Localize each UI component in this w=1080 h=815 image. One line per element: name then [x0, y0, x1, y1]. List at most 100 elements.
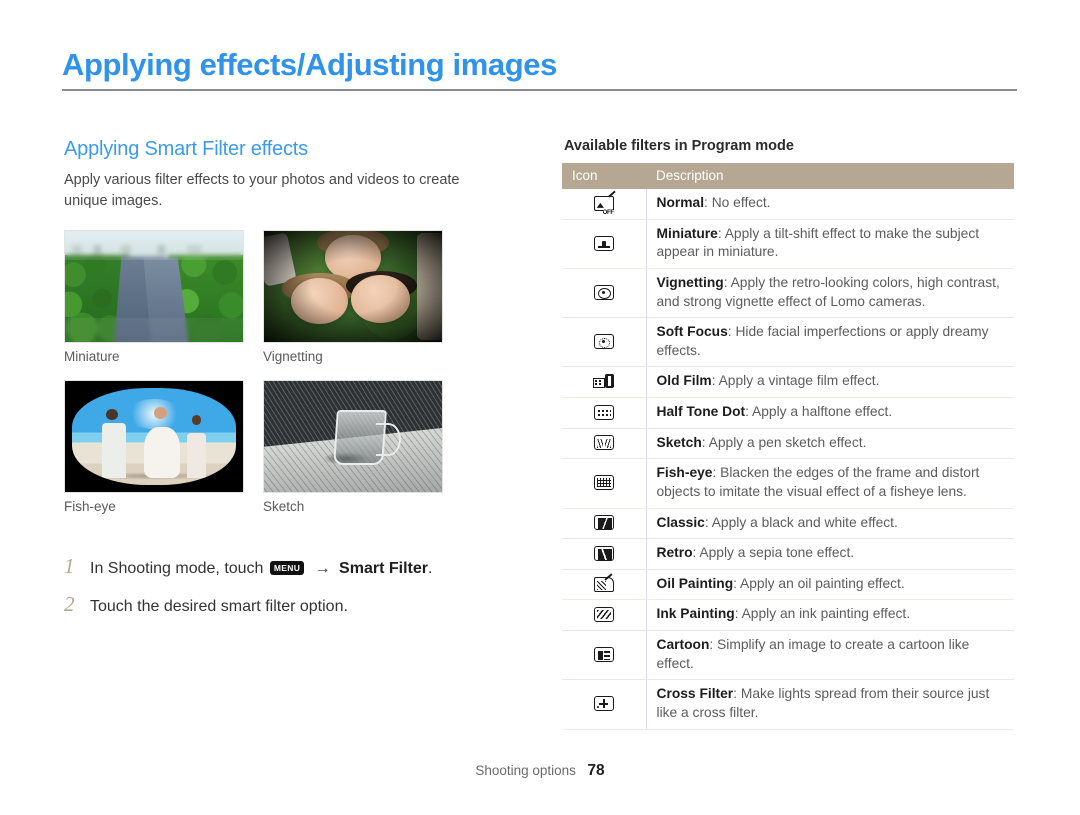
icon-cell	[562, 397, 647, 429]
step-text: Touch the desired smart filter option.	[90, 597, 348, 615]
manual-page: Applying effects/Adjusting images Applyi…	[0, 0, 1080, 815]
description-cell: Cross Filter: Make lights spread from th…	[646, 679, 1014, 730]
menu-button-icon[interactable]: MENU	[269, 561, 305, 575]
right-column: Available filters in Program mode Icon D…	[562, 138, 1014, 730]
sample-sketch: Sketch	[263, 380, 443, 526]
description-cell: Classic: Apply a black and white effect.	[646, 508, 1014, 540]
sample-miniature-image	[64, 230, 244, 344]
sample-caption: Miniature	[64, 349, 120, 365]
vignetting-artwork	[264, 231, 442, 343]
filter-vignetting-icon	[593, 285, 614, 301]
filter-desc: : Apply an ink painting effect.	[734, 606, 911, 622]
table-row: Old Film: Apply a vintage film effect.	[562, 366, 1014, 398]
filter-name: Cross Filter	[656, 686, 734, 702]
icon-cell	[562, 317, 647, 368]
step-number: 2	[64, 591, 75, 616]
table-row: Sketch: Apply a pen sketch effect.	[562, 428, 1014, 460]
filter-fish-eye-icon	[593, 475, 614, 491]
filter-cross-filter-icon	[593, 696, 614, 712]
filter-name: Cartoon	[656, 637, 710, 652]
filter-name: Old Film	[656, 373, 712, 389]
table-row: Soft Focus: Hide facial imperfections or…	[562, 317, 1014, 368]
description-cell: Old Film: Apply a vintage film effect.	[646, 366, 1014, 398]
filter-name: Ink Painting	[656, 606, 735, 622]
description-cell: Ink Painting: Apply an ink painting effe…	[646, 599, 1014, 631]
description-cell: Sketch: Apply a pen sketch effect.	[646, 428, 1014, 460]
filter-old-film-icon	[592, 374, 615, 389]
icon-cell: OFF	[562, 189, 647, 220]
table-row: Ink Painting: Apply an ink painting effe…	[562, 599, 1014, 631]
arrow-icon: →	[314, 560, 331, 578]
filter-normal-icon: OFF	[593, 190, 616, 216]
sketch-artwork	[264, 381, 442, 493]
description-cell: Oil Painting: Apply an oil painting effe…	[646, 569, 1014, 601]
page-footer: Shooting options 78	[0, 762, 1080, 780]
icon-cell	[562, 538, 647, 570]
filter-ink-painting-icon	[593, 607, 614, 623]
instruction-steps: 1 In Shooting mode, touch MENU → Smart F…	[64, 554, 504, 617]
left-column: Applying Smart Filter effects Apply vari…	[64, 138, 504, 629]
filter-miniature-icon	[593, 235, 614, 251]
sample-miniature: Miniature	[64, 230, 244, 376]
description-cell: Miniature: Apply a tilt-shift effect to …	[646, 219, 1014, 269]
page-title: Applying effects/Adjusting images	[62, 47, 557, 82]
miniature-artwork	[65, 231, 243, 343]
column-header-description: Description	[646, 163, 1014, 189]
section-title: Applying Smart Filter effects	[64, 138, 308, 160]
footer-section-label: Shooting options	[475, 763, 576, 778]
sample-vignetting-image	[263, 230, 443, 344]
filter-name: Classic	[656, 514, 705, 530]
head-center	[153, 407, 168, 419]
filter-name: Soft Focus	[656, 324, 728, 340]
icon-cell	[562, 508, 647, 540]
step-text: In Shooting mode, touch MENU → Smart Fil…	[90, 558, 432, 580]
description-cell: Vignetting: Apply the retro-looking colo…	[646, 268, 1014, 319]
filter-table-caption: Available filters in Program mode	[564, 138, 794, 154]
filter-table-head: Icon Description	[562, 163, 1014, 189]
icon-cell	[562, 458, 647, 509]
filter-desc: : No effect.	[704, 195, 771, 210]
table-row: Classic: Apply a black and white effect.	[562, 508, 1014, 540]
description-cell: Cartoon: Simplify an image to create a c…	[646, 630, 1014, 681]
sample-caption: Sketch	[263, 499, 305, 515]
table-row: Half Tone Dot: Apply a halftone effect.	[562, 397, 1014, 429]
icon-cell	[562, 679, 647, 730]
fisheye-bubble	[72, 387, 236, 486]
table-row: Retro: Apply a sepia tone effect.	[562, 538, 1014, 570]
filter-sketch-icon	[593, 435, 614, 451]
filter-desc: : Apply an oil painting effect.	[733, 575, 905, 591]
sample-caption: Fish-eye	[64, 499, 116, 515]
filter-half-tone-dot-icon	[593, 404, 614, 420]
sample-image-grid: Miniature Vignetting Fish-eye Sketch	[64, 230, 504, 526]
table-row: Fish-eye: Blacken the edges of the frame…	[562, 458, 1014, 509]
filter-name: Vignetting	[656, 274, 724, 290]
sample-vignetting: Vignetting	[263, 230, 443, 376]
head-right	[191, 415, 202, 425]
description-cell: Soft Focus: Hide facial imperfections or…	[646, 317, 1014, 368]
filter-table-body: OFF Normal: No effect. Miniature: Apply …	[562, 189, 1014, 730]
filter-desc: : Apply a black and white effect.	[704, 514, 898, 530]
available-filters-table: Icon Description OFF Normal: No effect. …	[562, 163, 1014, 730]
head-left	[106, 409, 118, 420]
filter-name: Retro	[656, 545, 693, 561]
filter-desc: : Apply a vintage film effect.	[711, 373, 880, 389]
table-row: Miniature: Apply a tilt-shift effect to …	[562, 219, 1014, 269]
column-header-icon: Icon	[562, 163, 646, 189]
section-intro: Apply various filter effects to your pho…	[64, 172, 460, 210]
filter-cartoon-icon	[593, 647, 614, 663]
icon-cell	[562, 366, 647, 398]
footer-page-number: 78	[587, 762, 605, 779]
sample-caption: Vignetting	[263, 349, 323, 365]
icon-cell	[562, 268, 647, 319]
icon-cell	[562, 428, 647, 460]
filter-name: Oil Painting	[656, 575, 734, 591]
sample-fisheye-image	[64, 380, 244, 494]
icon-cell	[562, 599, 647, 631]
person-center	[144, 426, 181, 478]
header-divider	[62, 89, 1017, 92]
person-left	[101, 422, 127, 478]
filter-name: Fish-eye	[656, 465, 713, 481]
table-row: Oil Painting: Apply an oil painting effe…	[562, 569, 1014, 601]
filter-desc: : Apply a halftone effect.	[745, 404, 893, 419]
step-number: 1	[64, 554, 75, 579]
